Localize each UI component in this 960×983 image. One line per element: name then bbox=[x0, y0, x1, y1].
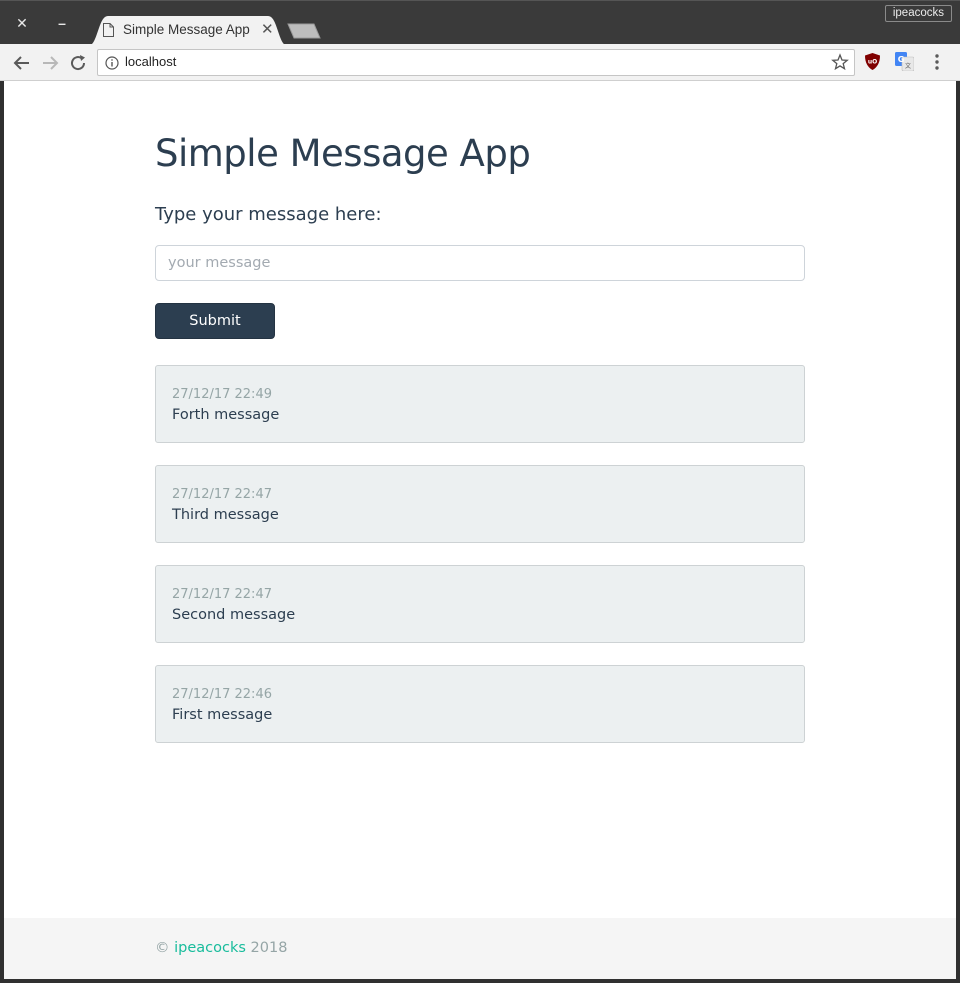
message-card: 27/12/17 22:49 Forth message bbox=[155, 365, 805, 443]
message-card: 27/12/17 22:47 Second message bbox=[155, 565, 805, 643]
footer-year: 2018 bbox=[250, 940, 288, 956]
ublock-icon[interactable]: uO bbox=[864, 52, 881, 71]
back-icon[interactable] bbox=[12, 53, 32, 73]
reload-icon[interactable] bbox=[68, 53, 88, 73]
message-text: First message bbox=[172, 707, 273, 723]
message-text: Second message bbox=[172, 607, 296, 623]
message-card: 27/12/17 22:47 Third message bbox=[155, 465, 805, 543]
message-timestamp: 27/12/17 22:46 bbox=[172, 687, 272, 702]
tab-close-icon[interactable]: ✕ bbox=[261, 21, 274, 39]
page-viewport: Simple Message App Type your message her… bbox=[4, 81, 956, 979]
message-form-label: Type your message here: bbox=[155, 204, 382, 225]
document-icon bbox=[103, 23, 114, 37]
tab-title: Simple Message App bbox=[123, 22, 250, 37]
page-title: Simple Message App bbox=[155, 132, 531, 175]
info-icon[interactable] bbox=[105, 56, 119, 70]
address-bar[interactable]: localhost bbox=[97, 49, 855, 76]
browser-titlebar: ✕ – Simple Message App ✕ ipeacocks bbox=[0, 0, 960, 46]
message-list: 27/12/17 22:49 Forth message 27/12/17 22… bbox=[155, 365, 805, 765]
star-icon[interactable] bbox=[831, 53, 849, 71]
message-text: Forth message bbox=[172, 407, 280, 423]
menu-icon[interactable] bbox=[929, 52, 945, 72]
copyright-symbol: © bbox=[155, 940, 170, 956]
message-text: Third message bbox=[172, 507, 279, 523]
submit-button[interactable]: Submit bbox=[155, 303, 275, 339]
window-close-icon[interactable]: ✕ bbox=[12, 13, 32, 33]
message-timestamp: 27/12/17 22:49 bbox=[172, 387, 272, 402]
svg-text:文: 文 bbox=[905, 62, 911, 70]
message-timestamp: 27/12/17 22:47 bbox=[172, 587, 272, 602]
new-tab-button[interactable] bbox=[286, 23, 322, 39]
message-card: 27/12/17 22:46 First message bbox=[155, 665, 805, 743]
page-footer: © ipeacocks 2018 bbox=[4, 918, 956, 979]
url-text[interactable]: localhost bbox=[125, 54, 176, 69]
svg-text:uO: uO bbox=[868, 59, 877, 66]
footer-text: © ipeacocks 2018 bbox=[155, 940, 287, 956]
message-timestamp: 27/12/17 22:47 bbox=[172, 487, 272, 502]
svg-text:G: G bbox=[898, 55, 905, 64]
forward-icon[interactable] bbox=[40, 53, 60, 73]
message-input[interactable] bbox=[155, 245, 805, 281]
browser-toolbar: localhost uO G 文 bbox=[0, 44, 960, 81]
translate-icon[interactable]: G 文 bbox=[895, 52, 914, 71]
profile-badge[interactable]: ipeacocks bbox=[884, 5, 952, 22]
author-link[interactable]: ipeacocks bbox=[174, 940, 246, 956]
window-minimize-icon[interactable]: – bbox=[52, 13, 72, 33]
browser-tab[interactable]: Simple Message App ✕ bbox=[88, 16, 288, 46]
